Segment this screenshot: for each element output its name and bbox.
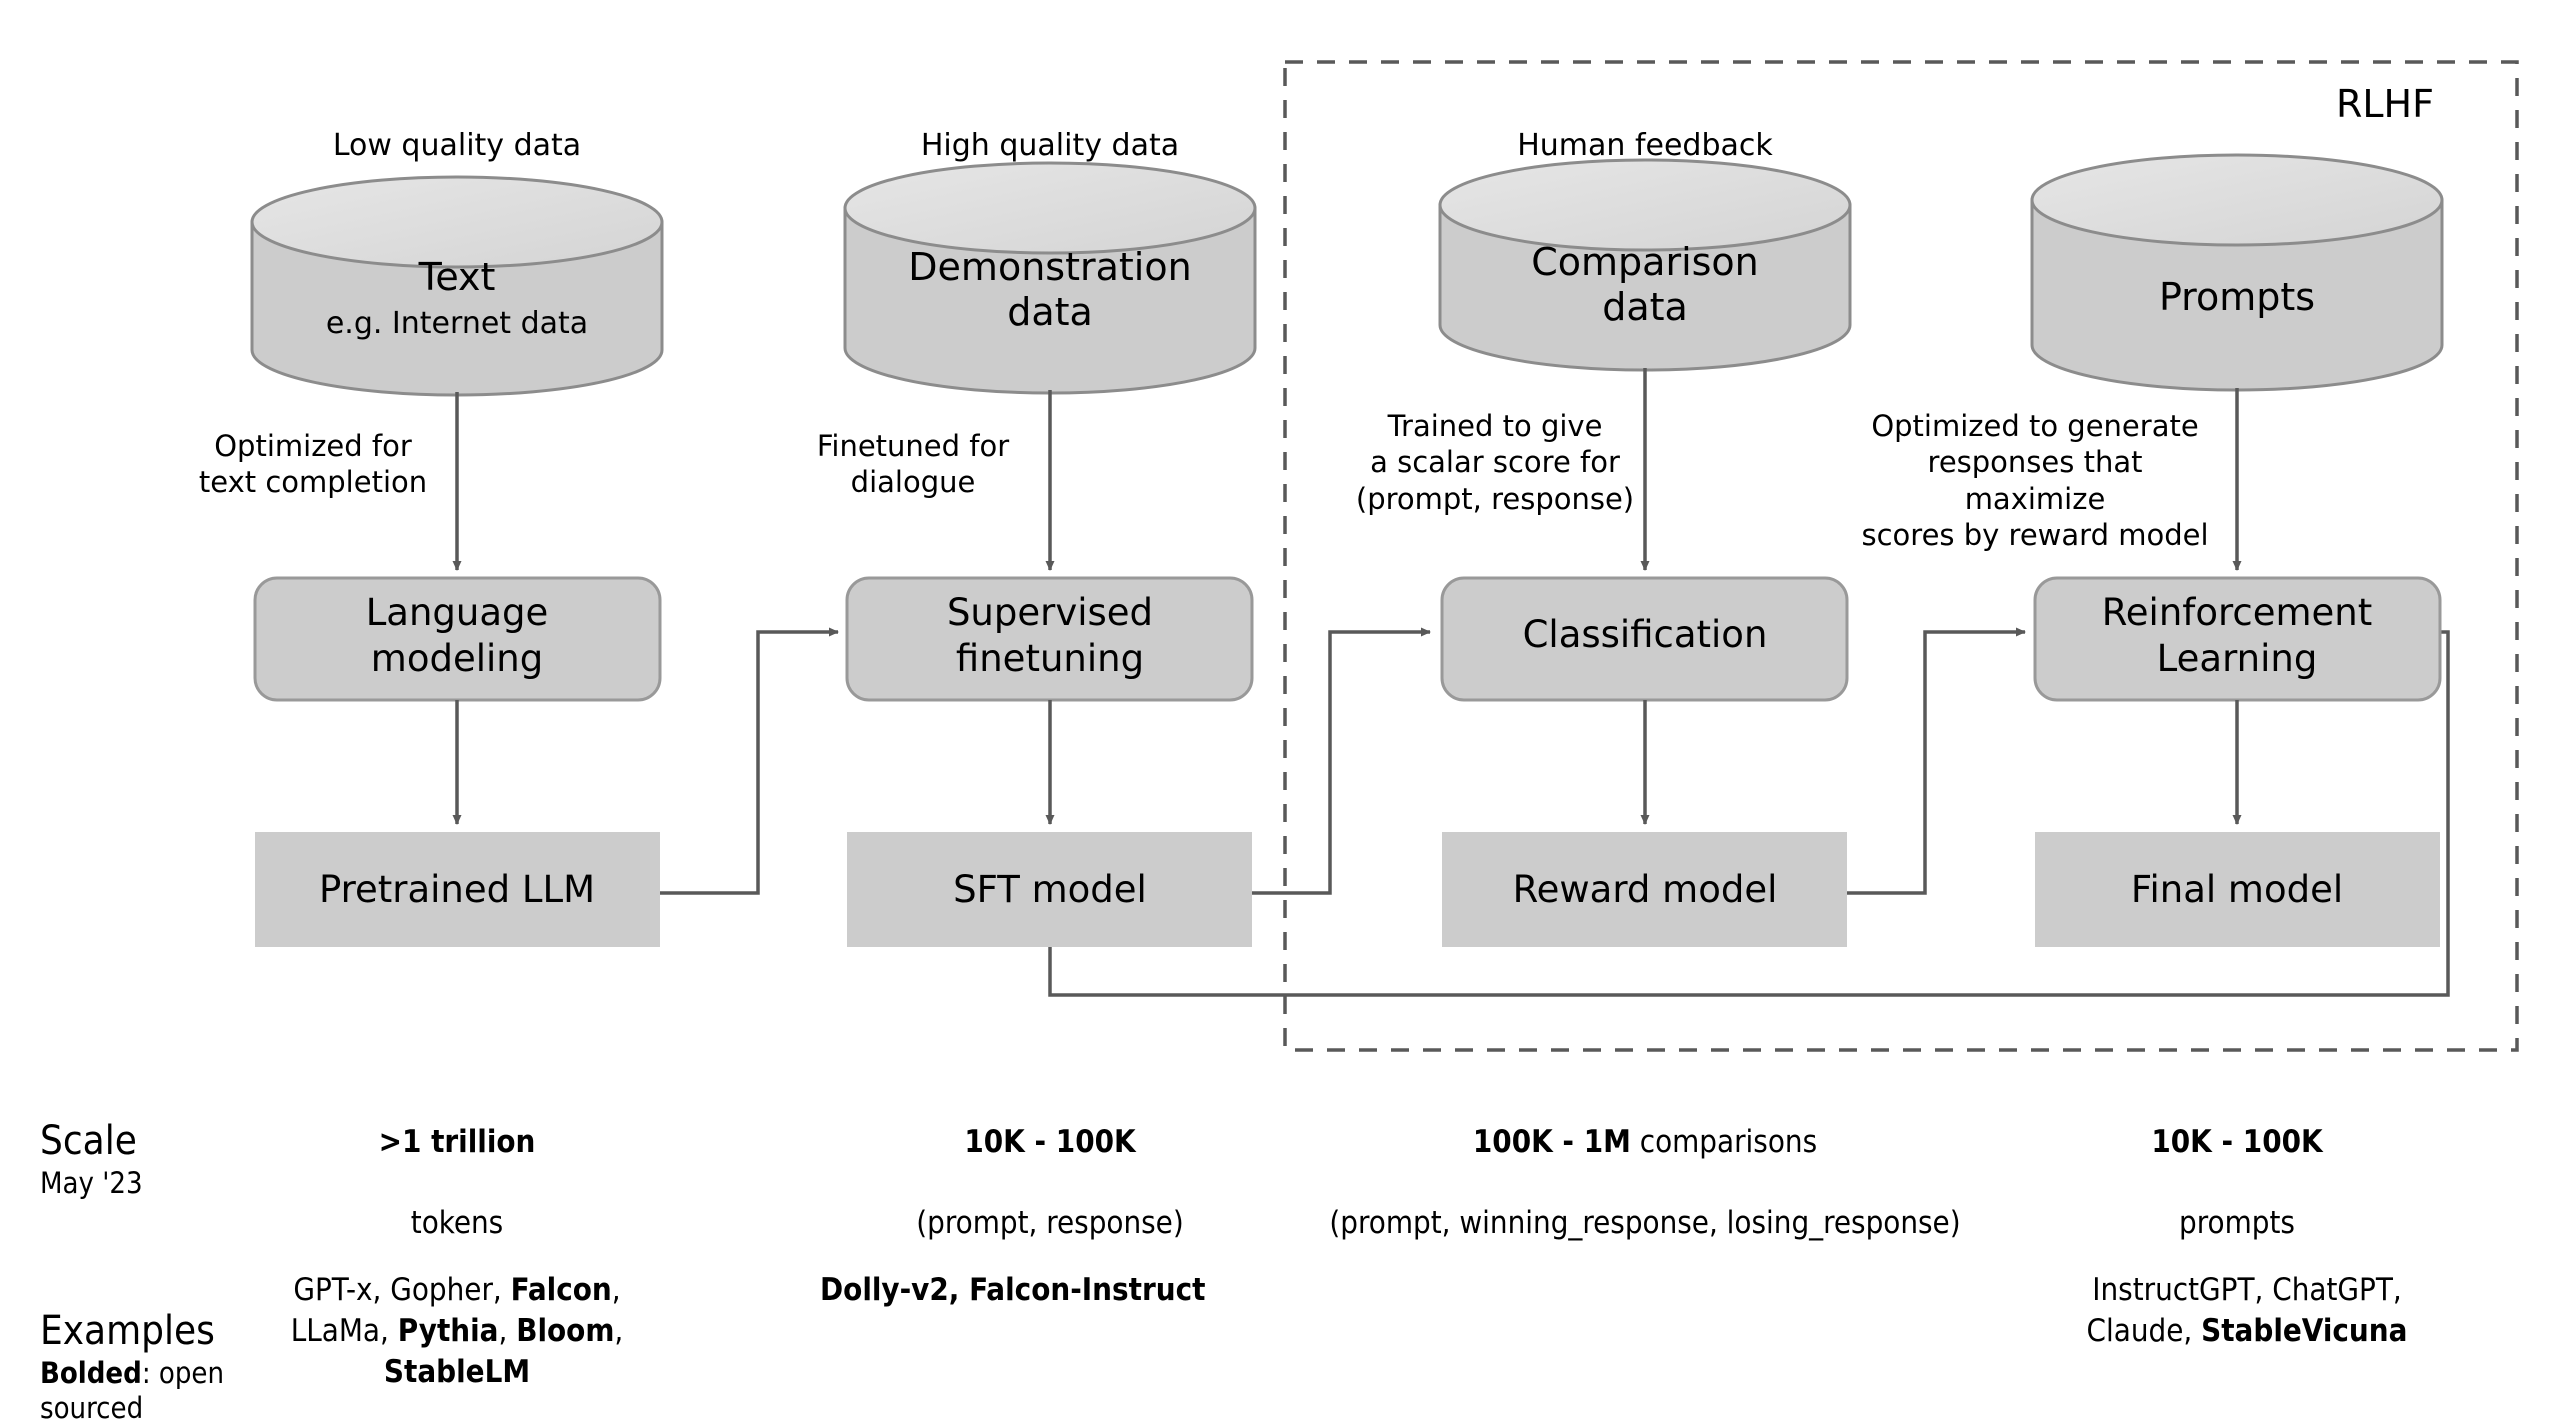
- scale-value-sft: 10K - 100K: [964, 1124, 1136, 1161]
- process-label-language-modeling: Language modeling: [365, 591, 549, 681]
- edge-label-optimized-to-generate-responses: Optimized to generate responses that max…: [1861, 409, 2209, 552]
- column-caption-low-quality-data: Low quality data: [332, 128, 582, 163]
- scale-unit-pretraining: tokens: [410, 1204, 504, 1241]
- cylinder-title-prompts: Prompts: [2158, 275, 2316, 319]
- scale-cell-rl: 10K - 100K prompts: [2037, 1082, 2437, 1243]
- rlhf-region-label: RLHF: [2335, 82, 2434, 126]
- scale-value-reward-modeling-suffix: comparisons: [1630, 1124, 1818, 1161]
- cylinder-title-demonstration-data: Demonstration data: [908, 245, 1192, 334]
- model-label-sft-model: SFT model: [953, 868, 1147, 911]
- process-label-supervised-finetuning: Supervised finetuning: [946, 591, 1154, 681]
- row-label-examples-text: Examples: [40, 1307, 215, 1354]
- scale-value-reward-modeling: 100K - 1M: [1472, 1124, 1631, 1161]
- process-label-reinforcement-learning: Reinforcement Learning: [2101, 591, 2373, 681]
- scale-unit-sft: (prompt, response): [916, 1204, 1184, 1241]
- cylinder-prompts: [2030, 153, 2444, 392]
- column-caption-human-feedback: Human feedback: [1517, 128, 1773, 163]
- scale-value-pretraining: >1 trillion: [378, 1124, 536, 1161]
- model-label-pretrained-llm: Pretrained LLM: [318, 868, 596, 911]
- examples-cell-pretraining: GPT-x, Gopher, Falcon, LLaMa, Pythia, Blo…: [290, 1272, 624, 1390]
- cylinder-title-text: Text: [418, 255, 496, 299]
- scale-cell-reward-modeling: 100K - 1M comparisons (prompt, winning_r…: [1250, 1082, 2040, 1243]
- row-label-scale-text: Scale: [40, 1117, 137, 1164]
- edge-label-optimized-for-text-completion: Optimized for text completion: [198, 429, 428, 500]
- scale-cell-sft: 10K - 100K (prompt, response): [850, 1082, 1250, 1243]
- scale-unit-reward-modeling: (prompt, winning_response, losing_respon…: [1329, 1204, 1961, 1241]
- column-caption-high-quality-data: High quality data: [920, 128, 1180, 163]
- cylinder-title-comparison-data: Comparison data: [1531, 240, 1759, 329]
- examples-cell-sft: Dolly-v2, Falcon-Instruct: [820, 1272, 1206, 1308]
- edge-label-trained-to-give-scalar-score: Trained to give a scalar score for (prom…: [1355, 409, 1635, 516]
- scale-unit-rl: prompts: [2179, 1204, 2295, 1241]
- model-label-final-model: Final model: [2130, 868, 2344, 911]
- edge-label-finetuned-for-dialogue: Finetuned for dialogue: [816, 429, 1010, 500]
- model-label-reward-model: Reward model: [1512, 868, 1778, 911]
- diagram-canvas: RLHF Low quality data Text e.g. Internet…: [0, 0, 2554, 1428]
- process-label-classification: Classification: [1522, 613, 1768, 656]
- scale-value-rl: 10K - 100K: [2151, 1124, 2323, 1161]
- cylinder-subtitle-text: e.g. Internet data: [325, 306, 589, 341]
- scale-cell-pretraining: >1 trillion tokens: [257, 1082, 657, 1243]
- examples-cell-rl: InstructGPT, ChatGPT, Claude, StableVicun…: [2086, 1272, 2408, 1349]
